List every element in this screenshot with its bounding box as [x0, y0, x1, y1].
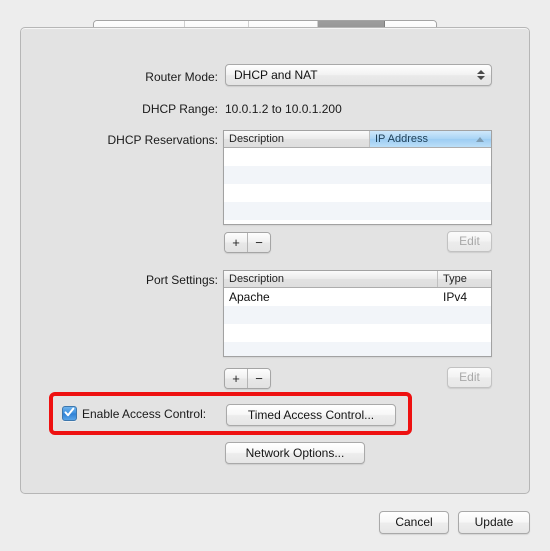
dhcp-reservations-table[interactable]: Description IP Address [223, 130, 492, 225]
table-row[interactable] [224, 184, 491, 202]
enable-access-control-label: Enable Access Control: [82, 406, 207, 421]
router-mode-value: DHCP and NAT [234, 68, 318, 82]
port-settings-add-remove-control: + − [224, 368, 271, 389]
enable-access-control-checkbox[interactable] [62, 406, 77, 421]
table-row[interactable] [224, 148, 491, 166]
timed-access-control-button[interactable]: Timed Access Control... [226, 404, 396, 426]
sort-ascending-icon [476, 137, 484, 142]
update-button[interactable]: Update [458, 511, 530, 534]
router-mode-popup[interactable]: DHCP and NAT [225, 64, 492, 86]
port-settings-table[interactable]: Description Type Apache IPv4 [223, 270, 492, 357]
table-body: Apache IPv4 [224, 288, 491, 356]
dhcp-reservations-remove-button[interactable]: − [248, 233, 270, 252]
cell-description: Apache [229, 290, 270, 304]
dhcp-reservations-edit-button[interactable]: Edit [447, 231, 492, 252]
enable-access-control-row: Enable Access Control: [62, 406, 206, 421]
dhcp-range-label: DHCP Range: [142, 102, 218, 116]
dhcp-reservations-label: DHCP Reservations: [107, 133, 218, 147]
router-mode-label: Router Mode: [145, 70, 218, 84]
dhcp-range-value: 10.0.1.2 to 10.0.1.200 [225, 102, 342, 116]
table-body [224, 148, 491, 220]
port-settings-edit-button[interactable]: Edit [447, 367, 492, 388]
cell-type: IPv4 [443, 290, 468, 304]
table-row[interactable] [224, 324, 491, 342]
dhcp-reservations-add-remove-control: + − [224, 232, 271, 253]
dhcp-reservations-add-button[interactable]: + [225, 233, 248, 252]
table-row[interactable] [224, 166, 491, 184]
column-header-ip-address[interactable]: IP Address [370, 131, 491, 147]
table-row[interactable] [224, 306, 491, 324]
column-header-ip-address-label: IP Address [375, 133, 428, 145]
port-settings-label: Port Settings: [145, 273, 218, 287]
port-settings-remove-button[interactable]: − [248, 369, 270, 388]
table-row[interactable]: Apache IPv4 [224, 288, 491, 306]
network-options-button[interactable]: Network Options... [225, 442, 365, 464]
table-row[interactable] [224, 342, 491, 356]
cancel-button[interactable]: Cancel [379, 511, 449, 534]
port-settings-add-button[interactable]: + [225, 369, 248, 388]
column-header-description[interactable]: Description [224, 271, 438, 287]
checkmark-icon [64, 407, 75, 417]
table-row[interactable] [224, 202, 491, 220]
column-header-description[interactable]: Description [224, 131, 370, 147]
stepper-arrows-icon [476, 65, 485, 85]
table-header-row: Description IP Address [224, 131, 491, 148]
table-header-row: Description Type [224, 271, 491, 288]
column-header-type[interactable]: Type [438, 271, 491, 287]
